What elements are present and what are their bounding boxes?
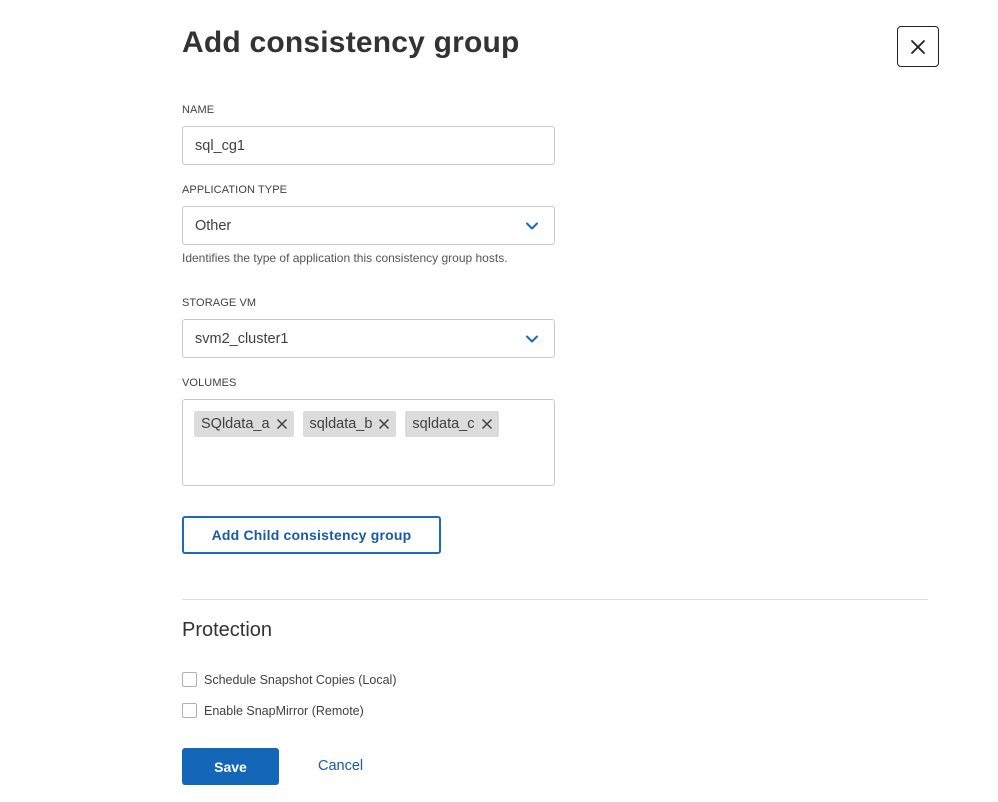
remove-icon[interactable] — [481, 418, 493, 430]
chevron-down-icon — [526, 335, 538, 342]
name-input-value: sql_cg1 — [195, 137, 245, 154]
application-type-value: Other — [195, 217, 232, 234]
application-type-helper: Identifies the type of application this … — [182, 251, 508, 265]
enable-snapmirror-option: Enable SnapMirror (Remote) — [182, 703, 364, 718]
volumes-multiselect[interactable]: SQldata_a sqldata_b sqldata_c — [182, 399, 555, 486]
schedule-snapshot-option: Schedule Snapshot Copies (Local) — [182, 672, 396, 687]
save-button[interactable]: Save — [182, 748, 279, 785]
schedule-snapshot-checkbox[interactable] — [182, 672, 197, 687]
add-consistency-group-dialog: Add consistency group NAME sql_cg1 APPLI… — [0, 0, 998, 802]
storage-vm-value: svm2_cluster1 — [195, 330, 289, 347]
remove-icon[interactable] — [378, 418, 390, 430]
volumes-label: VOLUMES — [182, 377, 237, 389]
close-button[interactable] — [897, 26, 939, 67]
volume-chip-label: sqldata_c — [412, 416, 475, 432]
storage-vm-label: STORAGE VM — [182, 297, 257, 309]
name-label: NAME — [182, 104, 215, 116]
section-divider — [182, 599, 928, 600]
remove-icon[interactable] — [276, 418, 288, 430]
volume-chip: SQldata_a — [194, 411, 294, 437]
application-type-label: APPLICATION TYPE — [182, 184, 288, 196]
application-type-select[interactable]: Other — [182, 206, 555, 245]
volume-chip: sqldata_b — [302, 411, 397, 437]
protection-title: Protection — [182, 619, 273, 641]
storage-vm-select[interactable]: svm2_cluster1 — [182, 319, 555, 358]
enable-snapmirror-label: Enable SnapMirror (Remote) — [204, 703, 364, 718]
volume-chip-label: sqldata_b — [309, 416, 373, 432]
volume-chip: sqldata_c — [405, 411, 499, 437]
volume-chip-label: SQldata_a — [201, 416, 270, 432]
name-input[interactable]: sql_cg1 — [182, 126, 555, 165]
schedule-snapshot-label: Schedule Snapshot Copies (Local) — [204, 672, 397, 687]
chevron-down-icon — [526, 222, 538, 229]
dialog-title: Add consistency group — [182, 26, 520, 59]
enable-snapmirror-checkbox[interactable] — [182, 703, 197, 718]
close-icon — [911, 39, 925, 54]
cancel-button[interactable]: Cancel — [318, 758, 363, 774]
add-child-consistency-group-button[interactable]: Add Child consistency group — [182, 516, 441, 554]
